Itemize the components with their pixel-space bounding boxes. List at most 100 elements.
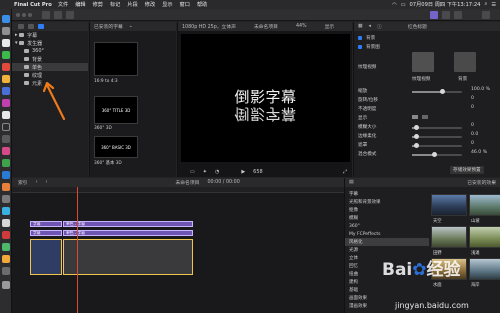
effect-thumb[interactable] [431, 194, 467, 216]
news-icon[interactable] [2, 231, 10, 239]
menu-app-name[interactable]: Final Cut Pro [14, 2, 52, 8]
menu-trim[interactable]: 修剪 [93, 1, 103, 8]
transform-icon[interactable]: ▭ [190, 169, 195, 175]
menu-mark[interactable]: 标记 [110, 1, 120, 8]
param-value[interactable]: 0 [471, 105, 474, 110]
playhead[interactable] [77, 187, 78, 313]
share-icon[interactable] [482, 11, 490, 19]
param-slider[interactable] [412, 134, 462, 139]
generator-thumb[interactable] [94, 42, 138, 76]
video-clip[interactable] [30, 239, 62, 275]
safari-icon[interactable] [2, 39, 10, 47]
title-clip[interactable]: 单色 - 字幕 [63, 230, 193, 236]
enhance-icon[interactable]: ✦ [203, 169, 207, 175]
index-button[interactable]: 索引 [18, 179, 28, 186]
video-clip[interactable] [63, 239, 193, 275]
source-well[interactable] [412, 52, 434, 72]
section-background[interactable]: 背景 [358, 35, 375, 41]
numbers-icon[interactable] [2, 243, 10, 251]
background-tasks-icon[interactable] [66, 11, 74, 19]
timeline-toggle-icon[interactable] [442, 11, 450, 19]
param-slider[interactable] [412, 152, 462, 157]
effects-category[interactable]: 光照和背景效果 [345, 198, 429, 206]
calendar-icon[interactable] [2, 111, 10, 119]
display-icon[interactable] [422, 115, 428, 119]
effects-category[interactable]: 模糊 [345, 214, 429, 222]
effects-category[interactable]: 360° [345, 222, 429, 230]
filter-chevron-icon[interactable]: ⌄ [129, 24, 133, 29]
param-slider[interactable] [412, 143, 462, 148]
checkbox-icon[interactable] [358, 36, 362, 40]
browser-toggle-icon[interactable] [430, 11, 438, 19]
info-inspector-icon[interactable]: ⓘ [377, 23, 382, 30]
effects-category[interactable]: My FCPeffects [345, 230, 429, 238]
effects-filter-icon[interactable]: ▤ [349, 180, 354, 185]
menu-clip[interactable]: 片段 [127, 1, 137, 8]
final-cut-icon[interactable] [2, 123, 10, 131]
param-value[interactable]: 100.0 % [471, 87, 490, 92]
books-icon[interactable] [2, 183, 10, 191]
param-value[interactable]: 0 [471, 96, 474, 101]
menu-clock[interactable]: 07月09日 周四 下午13:17:24 [410, 1, 481, 8]
menu-file[interactable]: 文件 [58, 1, 68, 8]
terminal-icon[interactable] [2, 195, 10, 203]
effects-category[interactable]: 基础 [345, 286, 429, 294]
play-button[interactable]: ▶ [241, 169, 245, 175]
sidebar-item-titles[interactable]: ▸ 字幕 [12, 31, 88, 39]
podcast-icon[interactable] [2, 99, 10, 107]
downloads-icon[interactable] [2, 267, 10, 275]
launchpad-icon[interactable] [2, 27, 10, 35]
speed-icon[interactable]: ◔ [215, 169, 219, 175]
menu-edit[interactable]: 编辑 [75, 1, 85, 8]
effect-thumb[interactable] [431, 226, 467, 248]
menu-view[interactable]: 显示 [162, 1, 172, 8]
generator-thumb[interactable]: 360° BASIC 3D [94, 136, 138, 158]
forward-arrow-icon[interactable]: › [46, 180, 48, 185]
display-icon[interactable] [412, 115, 418, 119]
effect-thumb[interactable] [469, 194, 500, 216]
finder-icon[interactable] [2, 15, 10, 23]
save-effects-preset-button[interactable]: 存储效果预置 [450, 166, 484, 174]
audio-inspector-icon[interactable]: ◂ [369, 24, 371, 29]
fullscreen-icon[interactable]: ⤢ [343, 169, 347, 175]
viewer-canvas[interactable]: 倒影字幕 倒影字幕 [181, 34, 350, 162]
title-clip[interactable]: 字幕 [30, 230, 62, 236]
appstore-icon[interactable] [2, 171, 10, 179]
maps-icon[interactable] [2, 207, 10, 215]
battery-icon[interactable]: ▭ [401, 2, 406, 8]
param-value[interactable]: 0 [471, 123, 474, 128]
back-arrow-icon[interactable]: ‹ [36, 180, 38, 185]
import-icon[interactable] [42, 11, 50, 19]
messages-icon[interactable] [2, 51, 10, 59]
mask-well[interactable] [454, 52, 476, 72]
effects-category[interactable]: 光源 [345, 246, 429, 254]
effect-thumb[interactable] [469, 258, 500, 280]
param-slider[interactable] [412, 89, 462, 94]
sidebar-item-backgrounds[interactable]: 背景 [12, 55, 88, 63]
settings-icon[interactable] [2, 135, 10, 143]
effects-category[interactable]: 字幕 [345, 190, 429, 198]
sidebar-item-generators[interactable]: ▾ 发生器 [12, 39, 88, 47]
title-clip[interactable]: 单色 - 字幕 [63, 221, 193, 227]
libraries-tab-icon[interactable] [18, 24, 24, 29]
effects-category[interactable]: 抠像 [345, 206, 429, 214]
photos-icon[interactable] [2, 147, 10, 155]
minimize-window-icon[interactable] [22, 13, 26, 17]
close-window-icon[interactable] [16, 13, 20, 17]
trash-icon[interactable] [2, 281, 10, 289]
video-inspector-icon[interactable]: ▦ [358, 24, 363, 29]
notes-icon[interactable] [2, 75, 10, 83]
zoom-window-icon[interactable] [28, 13, 32, 17]
pages-icon[interactable] [2, 255, 10, 263]
title-clip[interactable]: 字幕 [30, 221, 62, 227]
sidebar-item-solids[interactable]: 单色 [12, 63, 88, 71]
menu-help[interactable]: 帮助 [197, 1, 207, 8]
generator-thumb[interactable]: 360° TITLE 3D [94, 96, 138, 124]
menu-window[interactable]: 窗口 [180, 1, 190, 8]
viewer-zoom[interactable]: 44% [296, 24, 307, 29]
checkbox-icon[interactable] [358, 45, 362, 49]
viewer-view-menu[interactable]: 显示 [325, 23, 335, 30]
music-icon[interactable] [2, 63, 10, 71]
mail-icon[interactable] [2, 87, 10, 95]
inspector-toggle-icon[interactable] [454, 11, 462, 19]
